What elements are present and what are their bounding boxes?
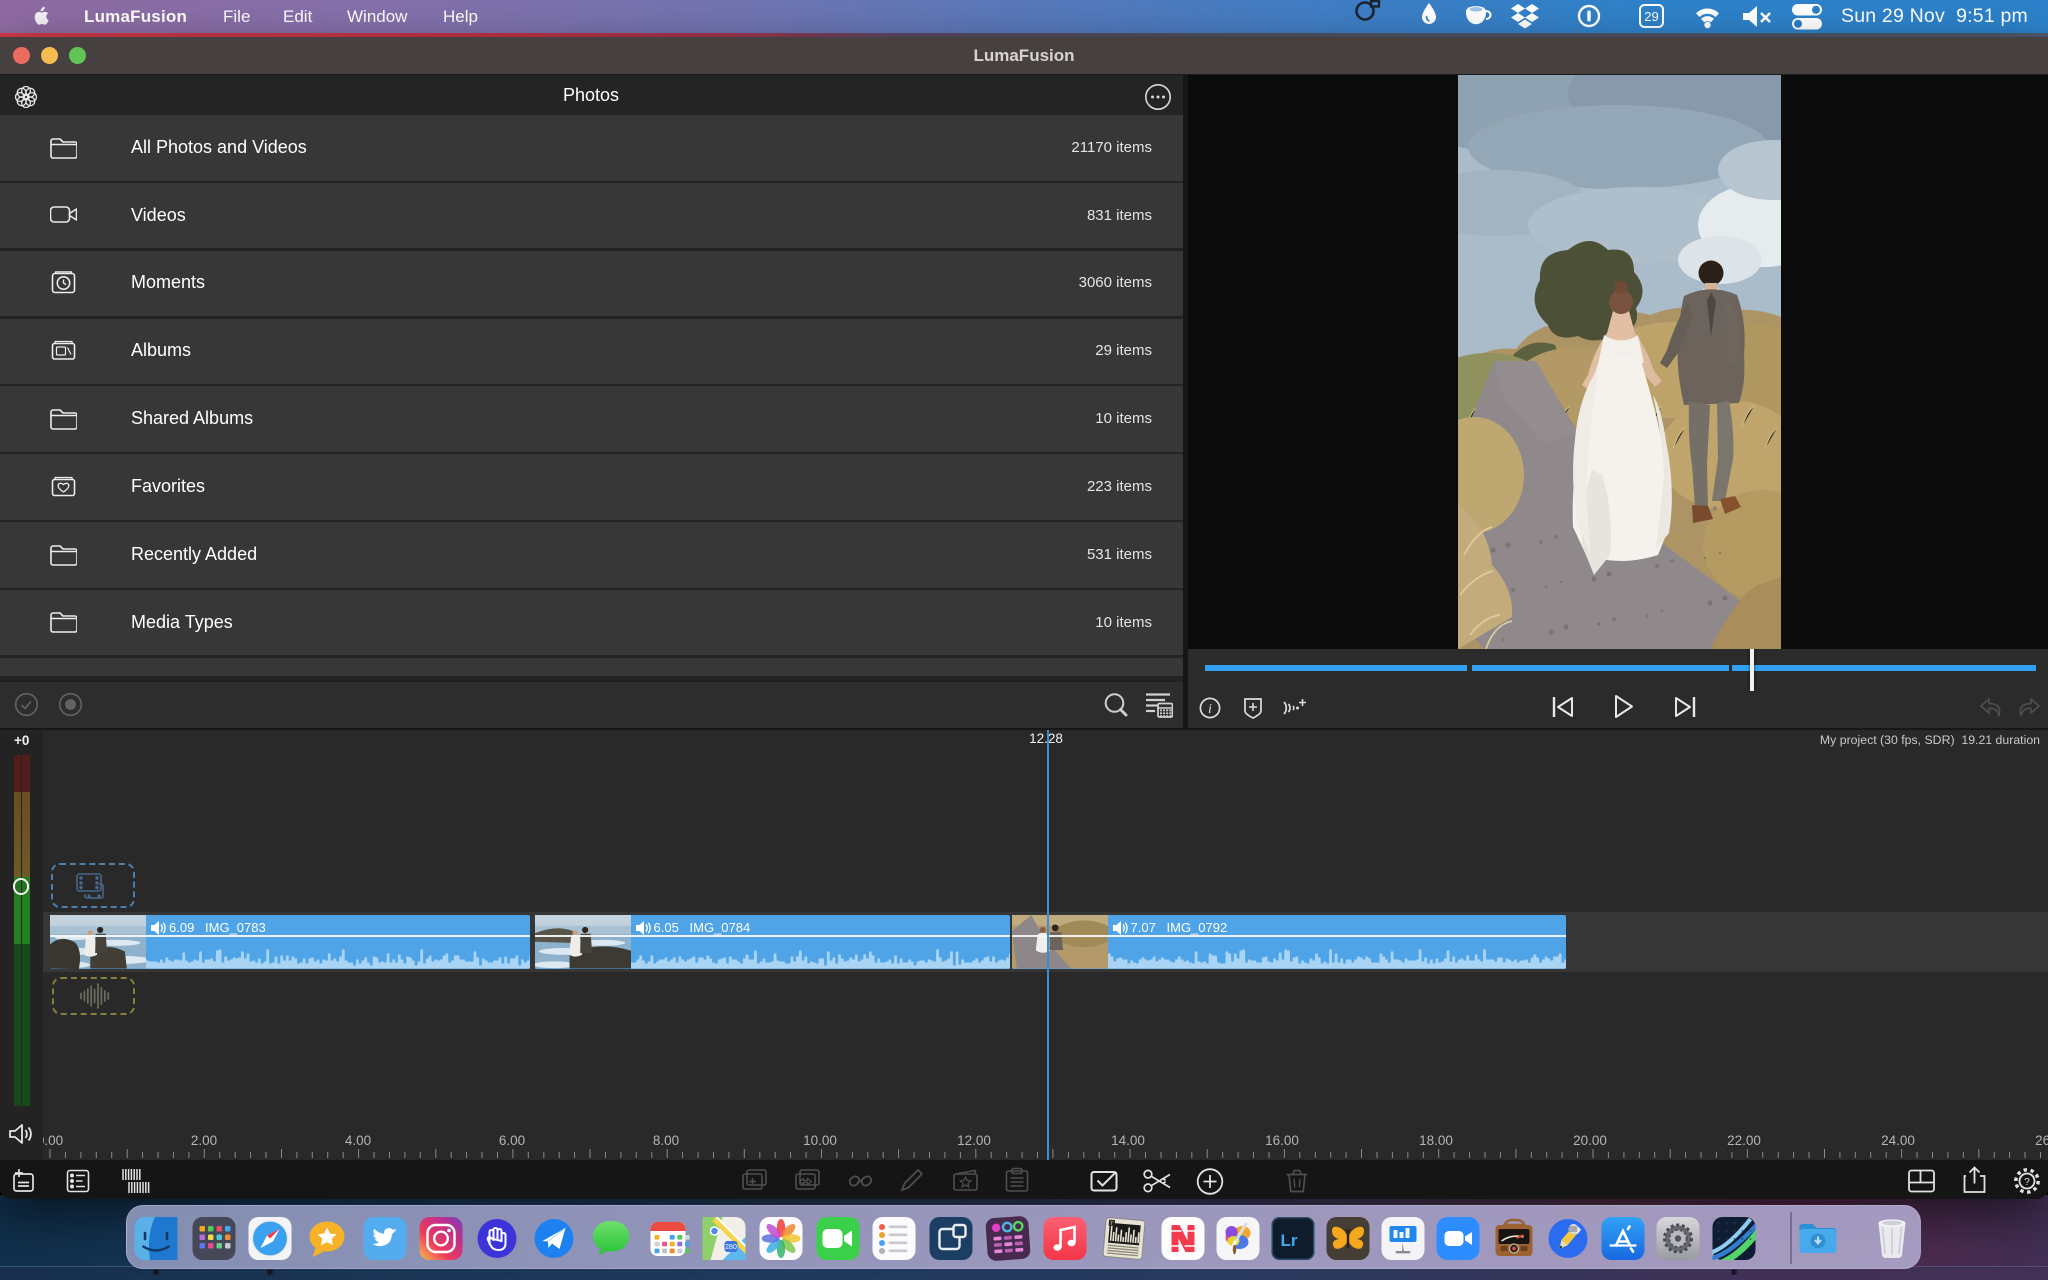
svg-text:280: 280 xyxy=(725,1244,737,1251)
svg-text:Lr: Lr xyxy=(1281,1231,1298,1250)
svg-text:i: i xyxy=(1208,702,1212,717)
svg-text:T: T xyxy=(1110,1220,1114,1226)
svg-text:29: 29 xyxy=(1644,9,1658,24)
svg-text:?: ? xyxy=(2024,1177,2030,1188)
